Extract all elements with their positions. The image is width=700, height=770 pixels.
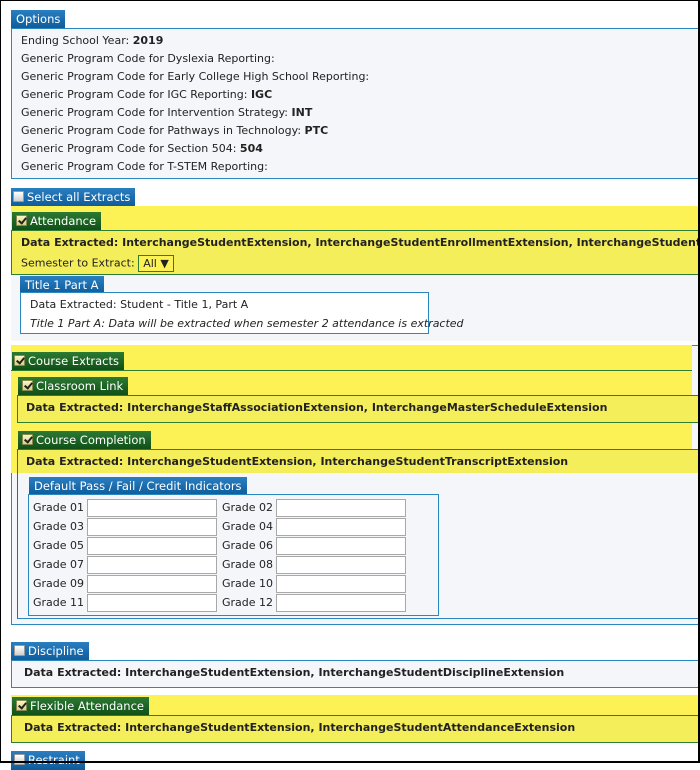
grade-01-input[interactable] [87,499,217,517]
attendance-extract-toggle[interactable]: Attendance [12,212,102,231]
option-value: IGC [250,88,273,101]
option-value: INT [291,106,313,119]
attendance-data-extracted: Data Extracted: InterchangeStudentExtens… [21,236,700,249]
classroom-link-checkbox[interactable] [22,380,33,391]
grade-label: Grade 04 [222,520,274,533]
course-completion-panel: Data Extracted: InterchangeStudentExtens… [17,449,700,473]
option-value: 504 [239,142,263,155]
course-completion-checkbox[interactable] [22,434,33,445]
option-row: Ending School Year: 2019 [21,34,163,47]
classroom-link-panel: Data Extracted: InterchangeStaffAssociat… [17,395,700,423]
grade-label: Grade 08 [222,558,274,571]
grade-05-input[interactable] [87,537,217,555]
grade-label: Grade 09 [33,577,85,590]
discipline-checkbox[interactable] [14,645,25,656]
dropdown-arrow-icon: ▼ [160,257,169,270]
indicators-panel: Grade 01 Grade 02 Grade 03 Grade 04 Grade 05… [28,494,439,616]
option-row: Generic Program Code for Dyslexia Report… [21,52,275,65]
grade-label: Grade 05 [33,539,85,552]
option-label: Generic Program Code for Pathways in Tec… [21,124,302,137]
options-panel: Ending School Year: 2019 Generic Program … [11,28,700,179]
option-label: Generic Program Code for Section 504: [21,142,237,155]
option-label: Generic Program Code for Intervention St… [21,106,289,119]
flexible-attendance-toggle[interactable]: Flexible Attendance [12,697,149,716]
semester-select[interactable]: All ▼ [138,255,174,272]
grade-label: Grade 11 [33,596,85,609]
grade-label: Grade 03 [33,520,85,533]
grade-label: Grade 12 [222,596,274,609]
option-row: Generic Program Code for Section 504: 50… [21,142,263,155]
course-extracts-toggle[interactable]: Course Extracts [12,352,124,371]
grade-09-input[interactable] [87,575,217,593]
attendance-panel: Data Extracted: InterchangeStudentExtens… [11,230,700,275]
grade-11-input[interactable] [87,594,217,612]
option-value: PTC [304,124,329,137]
grade-label: Grade 01 [33,501,85,514]
options-header: Options [11,10,66,29]
flexible-attendance-data-extracted: Data Extracted: InterchangeStudentExtens… [24,721,576,734]
semester-row: Semester to Extract: All ▼ [21,255,174,272]
option-label: Generic Program Code for Dyslexia Report… [21,52,275,65]
title1-panel: Data Extracted: Student - Title 1, Part … [20,292,464,334]
option-row: Generic Program Code for T-STEM Reportin… [21,160,268,173]
flexible-attendance-panel: Data Extracted: InterchangeStudentExtens… [11,715,700,743]
restraint-toggle[interactable]: Restraint [11,751,85,770]
option-row: Generic Program Code for Early College H… [21,70,369,83]
option-row: Generic Program Code for IGC Reporting: … [21,88,272,101]
flexible-attendance-checkbox[interactable] [16,700,27,711]
discipline-panel: Data Extracted: InterchangeStudentExtens… [11,660,700,688]
grade-label: Grade 06 [222,539,274,552]
attendance-checkbox[interactable] [16,215,27,226]
grade-06-input[interactable] [276,537,406,555]
classroom-link-toggle[interactable]: Classroom Link [18,377,129,396]
grade-07-input[interactable] [87,556,217,574]
grade-12-input[interactable] [276,594,406,612]
option-row: Generic Program Code for Pathways in Tec… [21,124,328,137]
option-label: Generic Program Code for T-STEM Reportin… [21,160,268,173]
course-extracts-checkbox[interactable] [14,355,25,366]
title1-note: Title 1 Part A: Data will be extracted w… [30,317,464,330]
title1-data-extracted: Data Extracted: Student - Title 1, Part … [30,298,249,311]
grade-02-input[interactable] [276,499,406,517]
restraint-checkbox[interactable] [14,754,25,765]
discipline-toggle[interactable]: Discipline [11,642,89,661]
discipline-data-extracted: Data Extracted: InterchangeStudentExtens… [24,666,565,679]
grade-08-input[interactable] [276,556,406,574]
grade-label: Grade 02 [222,501,274,514]
select-all-checkbox[interactable] [13,191,24,202]
grade-label: Grade 10 [222,577,274,590]
grade-03-input[interactable] [87,518,217,536]
option-label: Generic Program Code for Early College H… [21,70,370,83]
option-label: Generic Program Code for IGC Reporting: [21,88,248,101]
grade-04-input[interactable] [276,518,406,536]
classroom-link-data-extracted: Data Extracted: InterchangeStaffAssociat… [26,401,608,414]
option-label: Ending School Year: [21,34,130,47]
grade-label: Grade 07 [33,558,85,571]
select-all-extracts[interactable]: Select all Extracts [11,188,136,207]
grade-10-input[interactable] [276,575,406,593]
course-completion-toggle[interactable]: Course Completion [18,431,151,450]
option-row: Generic Program Code for Intervention St… [21,106,312,119]
option-value: 2019 [132,34,164,47]
course-completion-data-extracted: Data Extracted: InterchangeStudentExtens… [26,455,569,468]
